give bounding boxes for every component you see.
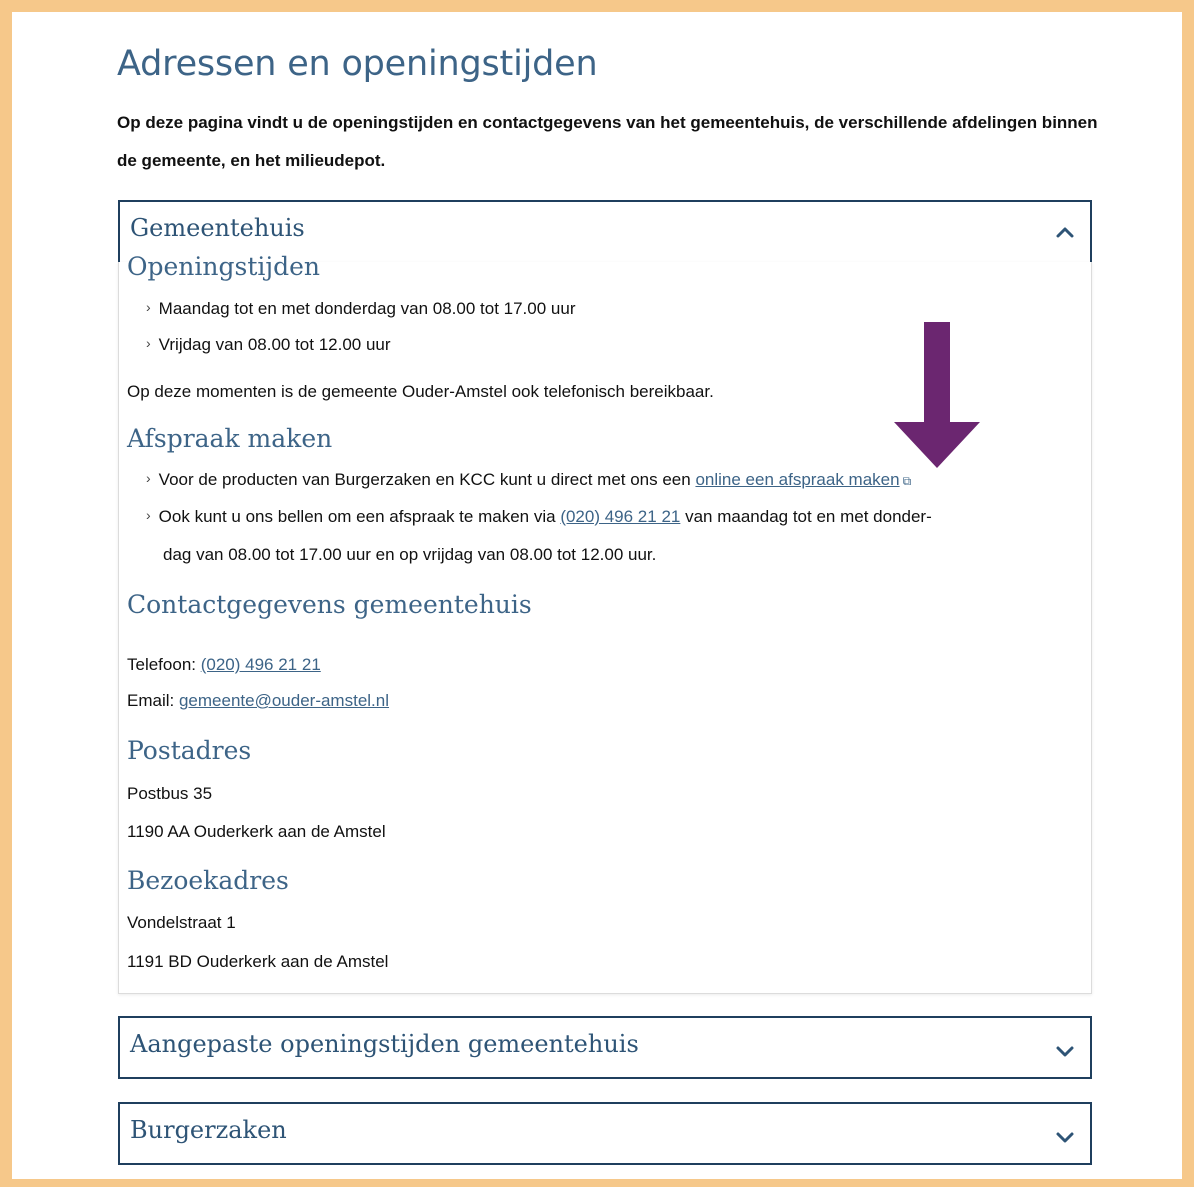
bezoekadres-line: 1191 BD Ouderkerk aan de Amstel (127, 952, 389, 971)
accordion-aangepaste-openingstijden[interactable]: Aangepaste openingstijden gemeentehuis (118, 1016, 1092, 1079)
accordion-burgerzaken[interactable]: Burgerzaken (118, 1102, 1092, 1165)
online-afspraak-link[interactable]: online een afspraak maken (695, 470, 899, 489)
bullet-chevron-icon: › (146, 470, 151, 486)
phone-note: Op deze momenten is de gemeente Ouder-Am… (127, 382, 714, 401)
telefoon-row: Telefoon: (020) 496 21 21 (127, 655, 321, 674)
list-item-continuation: dag van 08.00 tot 17.00 uur en op vrijda… (163, 545, 657, 564)
heading-bezoekadres: Bezoekadres (127, 866, 289, 895)
email-link[interactable]: gemeente@ouder-amstel.nl (179, 691, 389, 710)
heading-postadres: Postadres (127, 736, 252, 765)
telefoon-link[interactable]: (020) 496 21 21 (201, 655, 321, 674)
accordion-title: Burgerzaken (130, 1116, 287, 1144)
list-item: › Voor de producten van Burgerzaken en KC… (146, 470, 912, 489)
list-item: › Maandag tot en met donderdag van 08.00 … (146, 299, 576, 318)
chevron-up-icon[interactable] (1054, 222, 1076, 244)
bullet-chevron-icon: › (146, 335, 151, 351)
list-item: › Vrijdag van 08.00 tot 12.00 uur (146, 335, 391, 354)
heading-contactgegevens: Contactgegevens gemeentehuis (127, 590, 532, 619)
arrow-down-icon (894, 322, 980, 468)
heading-openingstijden: Openingstijden (127, 252, 321, 281)
accordion-title: Gemeentehuis (130, 214, 305, 242)
bullet-chevron-icon: › (146, 299, 151, 315)
accordion-title: Aangepaste openingstijden gemeentehuis (130, 1030, 639, 1058)
postadres-line: Postbus 35 (127, 784, 213, 803)
chevron-down-icon[interactable] (1054, 1126, 1076, 1148)
page-title: Adressen en openingstijden (117, 44, 598, 84)
intro-text: Op deze pagina vindt u de openingstijden… (117, 113, 1098, 170)
bullet-chevron-icon: › (146, 507, 151, 523)
bezoekadres-line: Vondelstraat 1 (127, 913, 236, 932)
list-item: › Ook kunt u ons bellen om een afspraak t… (146, 507, 932, 526)
chevron-down-icon[interactable] (1054, 1040, 1076, 1062)
postadres-line: 1190 AA Ouderkerk aan de Amstel (127, 822, 386, 841)
external-link-icon: ⧉ (902, 474, 912, 488)
phone-link[interactable]: (020) 496 21 21 (560, 507, 680, 526)
heading-afspraak-maken: Afspraak maken (127, 424, 333, 453)
email-row: Email: gemeente@ouder-amstel.nl (127, 691, 390, 710)
